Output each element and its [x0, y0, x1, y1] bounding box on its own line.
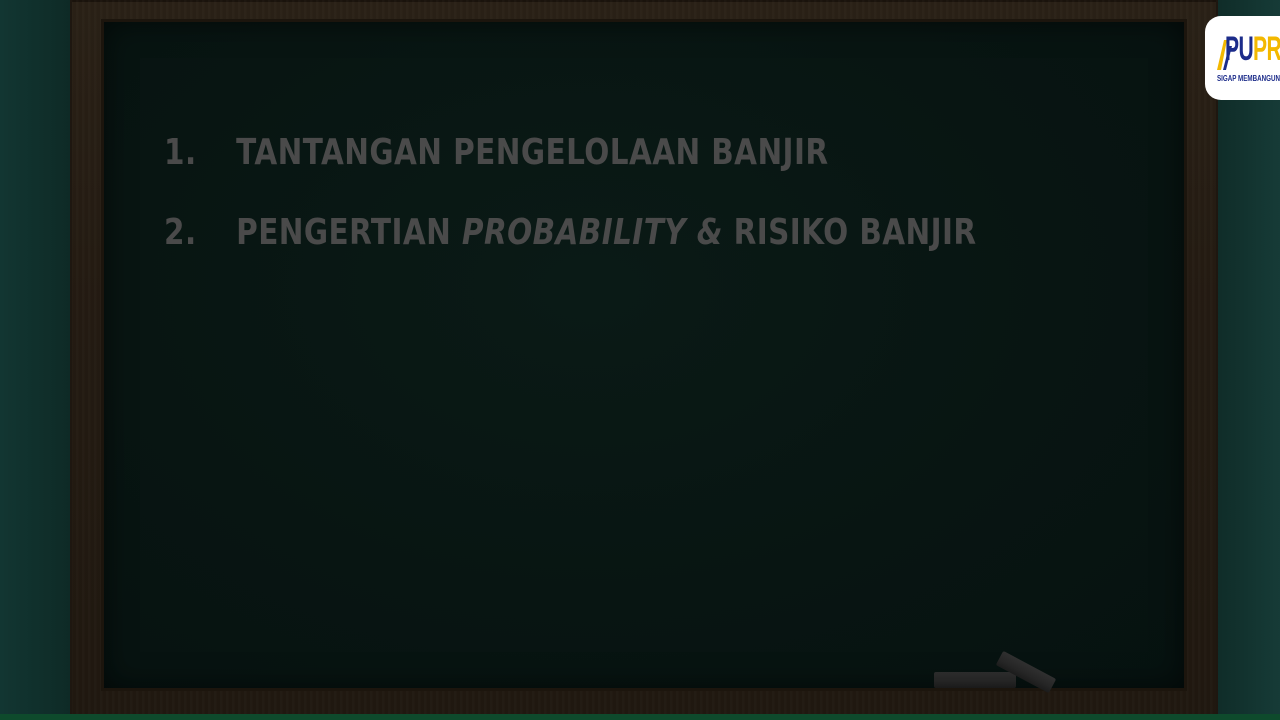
chalk-eraser-group	[934, 648, 1057, 694]
agenda-item-1: 1. TANTANGAN PENGELOLAAN BANJIR	[164, 132, 977, 212]
agenda-text-after: RISIKO BANJIR	[722, 212, 977, 253]
pupr-logo: PUPR SIGAP MEMBANGUN NEGERI	[1205, 16, 1280, 100]
chalkboard-frame: 1. TANTANGAN PENGELOLAAN BANJIR 2. PENGE…	[70, 0, 1218, 716]
presentation-slide: 1. TANTANGAN PENGELOLAAN BANJIR 2. PENGE…	[0, 0, 1280, 720]
chalk-eraser-icon	[934, 672, 1016, 688]
agenda-text: TANTANGAN PENGELOLAAN BANJIR	[236, 132, 828, 173]
agenda-item-2: 2. PENGERTIAN PROBABILITY & RISIKO BANJI…	[164, 212, 977, 292]
chalkboard: 1. TANTANGAN PENGELOLAAN BANJIR 2. PENGE…	[104, 22, 1184, 694]
logo-wordmark-pr: PR	[1253, 30, 1280, 68]
floor-strip	[0, 714, 1280, 720]
agenda-text: PENGERTIAN PROBABILITY & RISIKO BANJIR	[236, 212, 976, 253]
agenda-list: 1. TANTANGAN PENGELOLAAN BANJIR 2. PENGE…	[164, 132, 1155, 292]
logo-wordmark: PUPR	[1225, 30, 1280, 69]
agenda-number: 2.	[164, 212, 197, 253]
agenda-text-before: PENGERTIAN	[236, 212, 462, 253]
agenda-number: 1.	[164, 132, 197, 173]
agenda-text-main: TANTANGAN PENGELOLAAN BANJIR	[236, 132, 829, 173]
agenda-text-italic: PROBABILITY &	[461, 212, 723, 253]
logo-tagline: SIGAP MEMBANGUN NEGERI	[1217, 74, 1280, 83]
logo-wordmark-pu: PU	[1225, 30, 1254, 68]
